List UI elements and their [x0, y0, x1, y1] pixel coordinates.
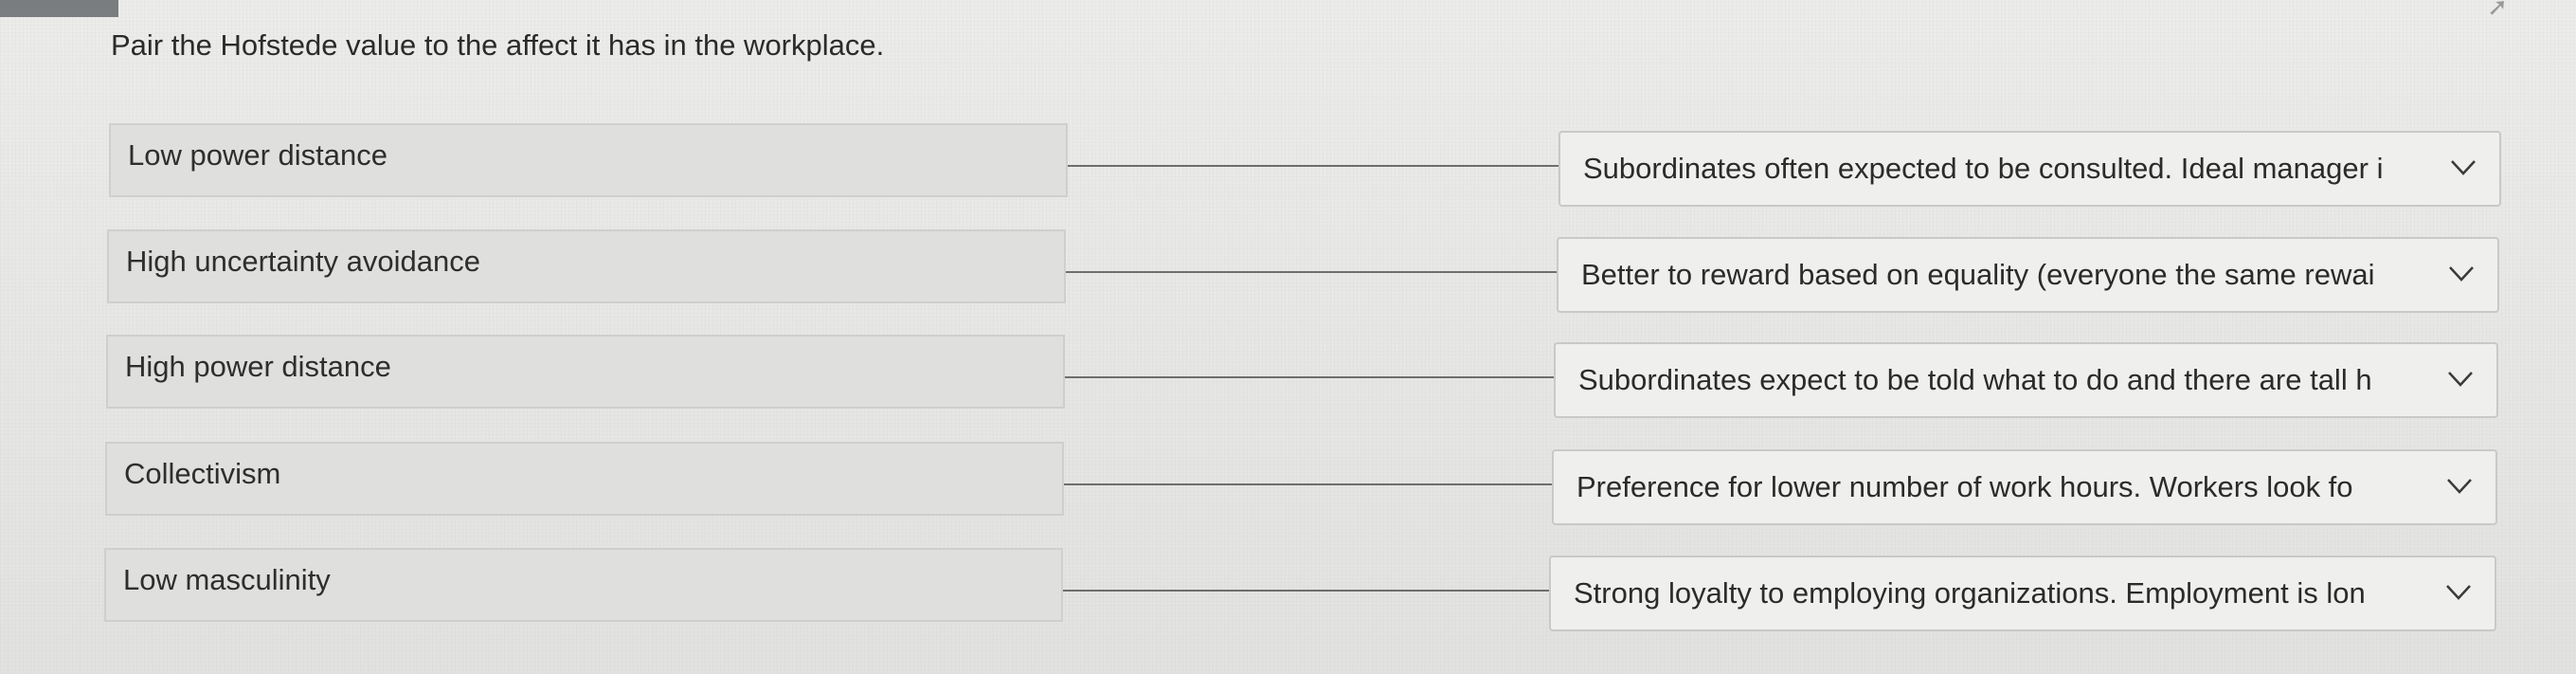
- chevron-down-icon[interactable]: [2445, 584, 2472, 601]
- term-label: Low masculinity: [123, 563, 331, 596]
- selected-answer-text: Strong loyalty to employing organization…: [1574, 576, 2366, 610]
- term-box: High uncertainty avoidance: [107, 229, 1066, 303]
- term-label: High power distance: [125, 350, 391, 383]
- question-prompt: Pair the Hofstede value to the affect it…: [111, 28, 885, 62]
- matching-row: High power distance Subordinates expect …: [0, 331, 2576, 418]
- answer-select[interactable]: Subordinates expect to be told what to d…: [1554, 342, 2498, 418]
- browser-corner-bar: [0, 0, 118, 17]
- chevron-down-icon[interactable]: [2446, 478, 2473, 495]
- term-label: Collectivism: [124, 457, 281, 490]
- cursor-arrow-icon: ➚: [2487, 0, 2508, 21]
- connector-line: [1066, 271, 1557, 273]
- answer-select[interactable]: Strong loyalty to employing organization…: [1549, 556, 2496, 631]
- matching-row: Collectivism Preference for lower number…: [0, 437, 2576, 525]
- term-box: Low masculinity: [104, 548, 1063, 622]
- chevron-down-icon[interactable]: [2447, 371, 2474, 388]
- matching-row: High uncertainty avoidance Better to rew…: [0, 225, 2576, 313]
- term-box: Collectivism: [105, 442, 1064, 516]
- matching-row: Low masculinity Strong loyalty to employ…: [0, 543, 2576, 631]
- chevron-down-icon[interactable]: [2448, 265, 2475, 282]
- answer-select[interactable]: Better to reward based on equality (ever…: [1557, 237, 2499, 313]
- matching-row: Low power distance Subordinates often ex…: [0, 118, 2576, 207]
- connector-line: [1064, 483, 1552, 485]
- connector-line: [1063, 590, 1549, 592]
- term-box: Low power distance: [109, 123, 1068, 197]
- connector-line: [1068, 165, 1558, 167]
- selected-answer-text: Subordinates often expected to be consul…: [1583, 152, 2384, 185]
- connector-line: [1065, 376, 1554, 378]
- term-label: Low power distance: [128, 138, 387, 172]
- term-box: High power distance: [106, 335, 1065, 409]
- term-label: High uncertainty avoidance: [126, 245, 480, 278]
- selected-answer-text: Better to reward based on equality (ever…: [1581, 258, 2375, 291]
- answer-select[interactable]: Preference for lower number of work hour…: [1552, 449, 2497, 525]
- answer-select[interactable]: Subordinates often expected to be consul…: [1558, 131, 2501, 207]
- selected-answer-text: Subordinates expect to be told what to d…: [1578, 363, 2372, 396]
- chevron-down-icon[interactable]: [2450, 159, 2477, 176]
- selected-answer-text: Preference for lower number of work hour…: [1576, 470, 2353, 503]
